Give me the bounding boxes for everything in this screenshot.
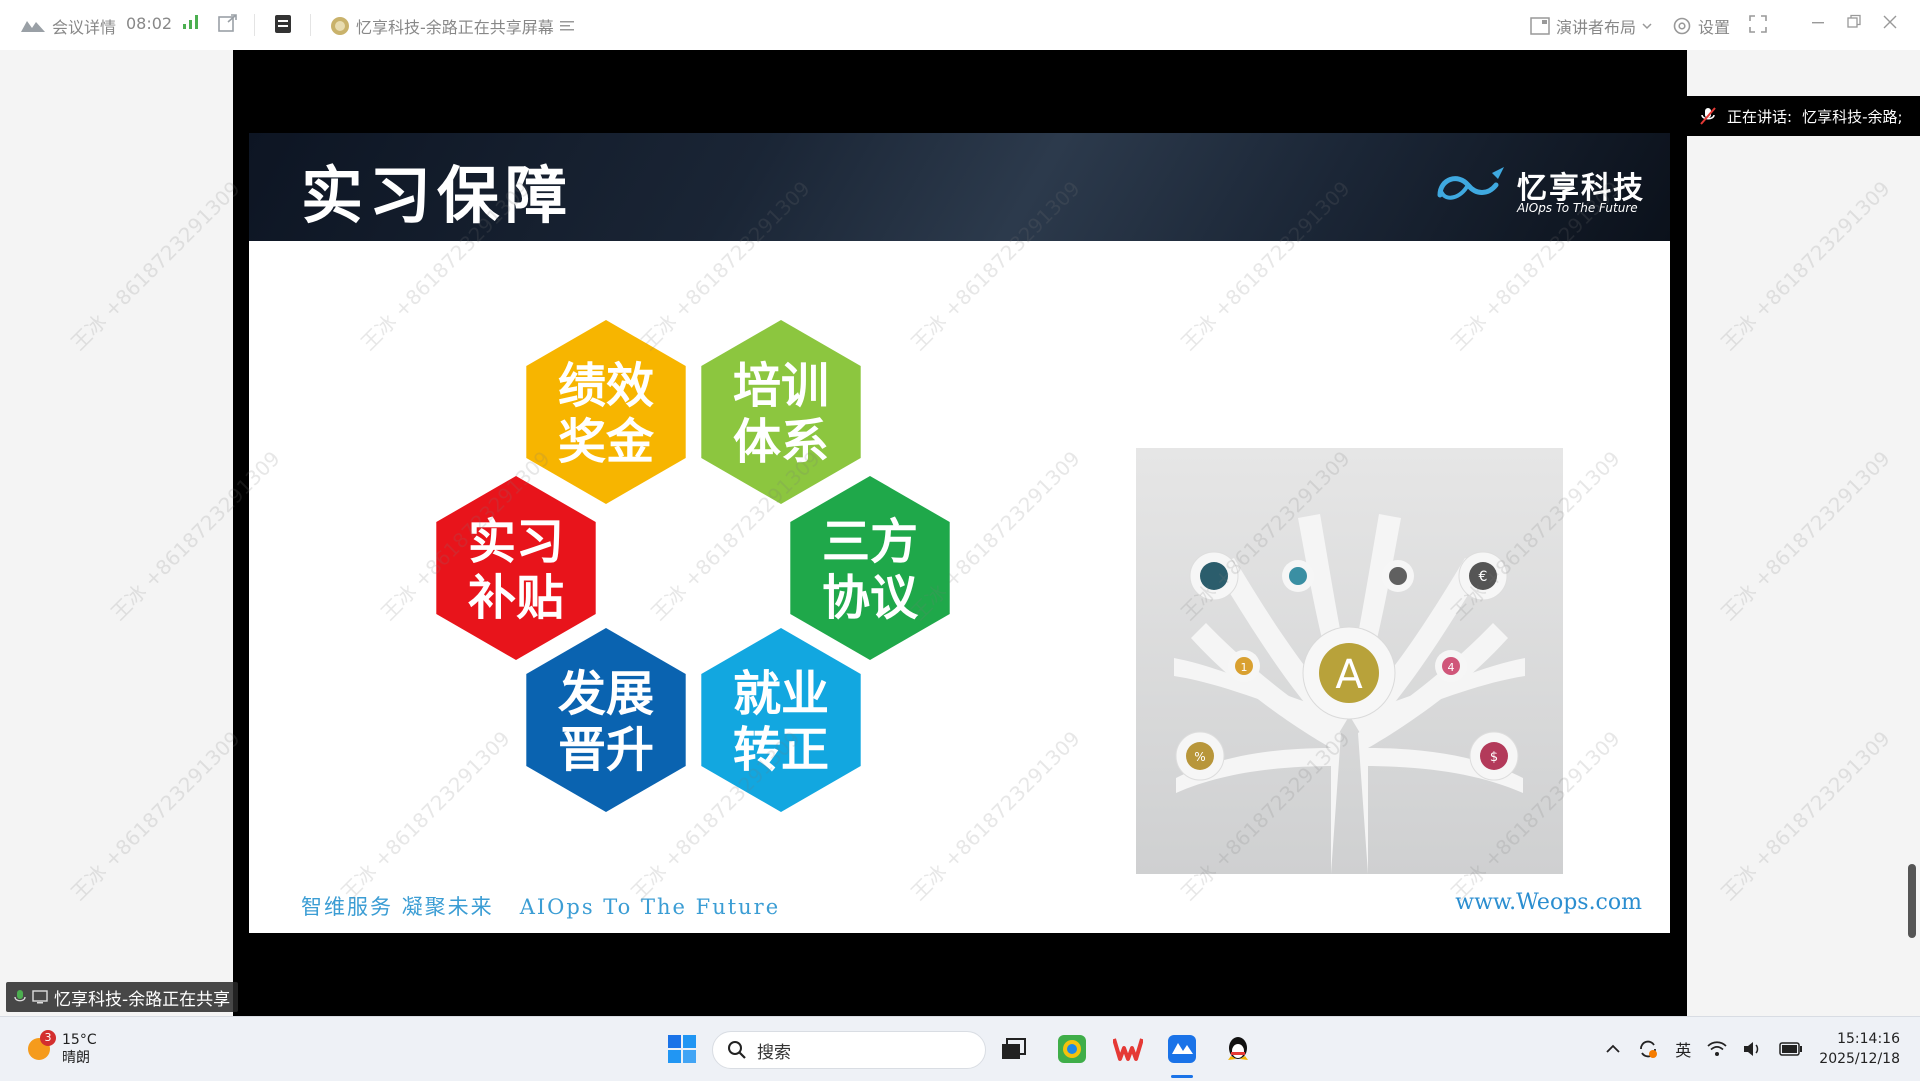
popout-icon[interactable] — [218, 14, 238, 32]
side-handle[interactable] — [1908, 864, 1916, 938]
left-gallery-area — [0, 50, 233, 1016]
clock-time: 15:14:16 — [1837, 1031, 1900, 1047]
layout-icon — [1530, 17, 1550, 35]
hexagon-3-line-1: 实习 — [468, 514, 564, 570]
hexagon-1-line-2: 奖金 — [558, 414, 655, 470]
tree-center-letter: A — [1335, 652, 1363, 698]
settings-label: 设置 — [1698, 18, 1731, 37]
sharing-title[interactable]: 忆享科技-余路正在共享屏幕 — [330, 14, 574, 38]
euro-icon: € — [1479, 569, 1488, 585]
hexagon-5-line-2: 晋升 — [558, 722, 654, 778]
share-label-text: 忆享科技-余路正在共享 — [54, 989, 231, 1010]
minimize-icon[interactable] — [1810, 14, 1826, 30]
percent-icon: % — [1194, 750, 1205, 764]
system-tray: 英 15:14:16 2025/12/18 — [1605, 1029, 1900, 1069]
logo-english-text: AIOps To The Future — [1517, 201, 1638, 215]
active-speaker-bar: 正在讲话: 忆享科技-余路; — [1687, 96, 1920, 136]
wifi-icon[interactable] — [1707, 1041, 1727, 1057]
slide-footer-slogan: 智维服务 凝聚未来 AIOps To The Future — [301, 891, 780, 921]
footer-english: AIOps To The Future — [519, 895, 781, 919]
tree-infographic-image: A € 1 4 % $ — [1136, 448, 1563, 874]
weather-badge: 3 — [40, 1030, 56, 1046]
hexagon-4-line-2: 协议 — [822, 570, 919, 626]
hexagon-2-line-1: 培训 — [733, 358, 829, 414]
mic-icon — [14, 989, 26, 1005]
notes-icon[interactable] — [274, 14, 292, 34]
elapsed-time: 08:02 — [126, 14, 173, 33]
gear-icon — [1672, 16, 1692, 36]
battery-icon[interactable] — [1779, 1042, 1803, 1056]
meeting-details-button[interactable]: 会议详情 — [20, 14, 116, 38]
search-icon — [727, 1040, 747, 1060]
slide-body: 绩效 奖金 培训 体系 实习 补贴 三方 协议 发展 晋升 就业 转正 A € … — [249, 241, 1670, 933]
hexagon-4-line-1: 三方 — [822, 514, 918, 570]
windows-start-icon[interactable] — [664, 1031, 700, 1067]
sharer-avatar-icon — [330, 16, 350, 36]
wps-icon[interactable] — [1110, 1031, 1146, 1067]
app-logo-icon — [20, 18, 46, 34]
hexagon-6-line-1: 就业 — [733, 666, 829, 722]
right-gallery-area — [1687, 50, 1920, 1016]
presentation-slide: 实习保障 忆享科技 AIOps To The Future 绩效 奖金 培训 体系 实习… — [249, 133, 1670, 933]
layout-label: 演讲者布局 — [1556, 18, 1637, 37]
speaker-prefix: 正在讲话: — [1727, 107, 1793, 126]
search-placeholder: 搜索 — [757, 1042, 791, 1063]
screen-share-icon — [32, 990, 48, 1004]
company-logo-icon — [1436, 161, 1510, 215]
chevron-down-icon — [1642, 22, 1652, 30]
ime-indicator[interactable]: 英 — [1675, 1037, 1691, 1061]
volume-icon[interactable] — [1743, 1041, 1763, 1057]
slide-footer-url: www.Weops.com — [1455, 890, 1642, 915]
fullscreen-icon[interactable] — [1748, 14, 1768, 34]
hexagon-1-line-1: 绩效 — [558, 358, 654, 414]
chevron-up-icon[interactable] — [1605, 1044, 1621, 1054]
meeting-top-bar: 会议详情 08:02 忆享科技-余路正在共享屏幕 演讲者布局 设置 — [0, 0, 1920, 50]
hexagon-3-line-2: 补贴 — [468, 570, 564, 626]
meeting-app-icon[interactable] — [1164, 1031, 1200, 1067]
taskbar-search[interactable]: 搜索 — [712, 1031, 986, 1069]
hexagon-5-line-1: 发展 — [558, 666, 654, 722]
hexagon-2-line-2: 体系 — [733, 414, 829, 470]
taskbar-clock[interactable]: 15:14:16 2025/12/18 — [1819, 1029, 1900, 1069]
layout-button[interactable]: 演讲者布局 — [1530, 14, 1652, 38]
signal-icon[interactable] — [182, 14, 200, 30]
node-1-label: 1 — [1241, 661, 1248, 674]
slide-header: 实习保障 忆享科技 AIOps To The Future — [249, 133, 1670, 241]
close-icon[interactable] — [1882, 14, 1898, 30]
active-app-indicator — [1171, 1075, 1193, 1078]
qq-icon[interactable] — [1220, 1031, 1256, 1067]
settings-button[interactable]: 设置 — [1672, 14, 1730, 38]
menu-lines-icon — [559, 20, 574, 32]
app-icon-green[interactable] — [1054, 1031, 1090, 1067]
weather-desc: 晴朗 — [62, 1050, 90, 1066]
node-4-label: 4 — [1448, 661, 1455, 674]
meeting-details-label: 会议详情 — [52, 18, 117, 37]
windows-taskbar: 3 15°C 晴朗 搜索 英 15:14:16 2025/12/18 — [0, 1016, 1920, 1081]
share-indicator[interactable]: 忆享科技-余路正在共享 — [6, 982, 239, 1012]
speaker-name: 忆享科技-余路; — [1802, 107, 1903, 126]
sharing-title-label: 忆享科技-余路正在共享屏幕 — [356, 18, 554, 37]
footer-chinese: 智维服务 凝聚未来 — [301, 895, 494, 919]
hexagon-6-line-2: 转正 — [733, 722, 829, 778]
clock-date: 2025/12/18 — [1819, 1051, 1900, 1067]
sun-icon: 3 — [26, 1030, 56, 1062]
sync-icon[interactable] — [1637, 1038, 1659, 1060]
task-view-icon[interactable] — [996, 1031, 1032, 1067]
dollar-icon: $ — [1490, 750, 1498, 765]
mic-muted-icon — [1699, 106, 1717, 126]
weather-widget[interactable]: 3 15°C 晴朗 — [26, 1030, 97, 1067]
hexagon-graphic: 绩效奖金 培训体系实习补贴 三方协议发展晋升 就业转正 — [436, 320, 950, 812]
weather-temp: 15°C — [62, 1032, 97, 1048]
slide-title: 实习保障 — [301, 159, 574, 232]
restore-icon[interactable] — [1846, 14, 1862, 30]
